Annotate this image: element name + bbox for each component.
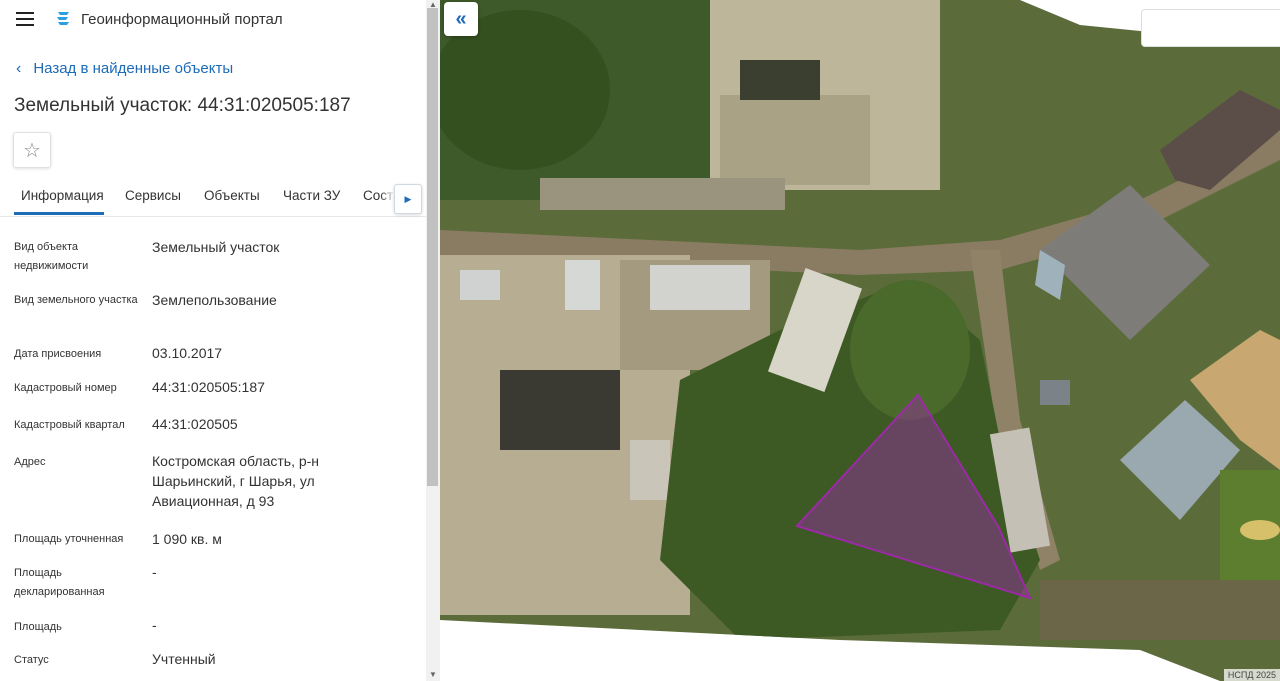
back-link-label: Назад в найденные объекты bbox=[33, 60, 234, 77]
scrollbar-thumb[interactable] bbox=[427, 8, 438, 486]
property-label: Кадастровый квартал bbox=[14, 419, 125, 431]
tab-parts[interactable]: Части ЗУ bbox=[283, 188, 340, 203]
property-value: - bbox=[152, 617, 157, 633]
property-label: Адрес bbox=[14, 456, 46, 468]
map-search-input[interactable] bbox=[1141, 9, 1280, 47]
property-label: Кадастровый номер bbox=[14, 382, 117, 394]
tab-bar: Информация Сервисы Объекты Части ЗУ Сост… bbox=[0, 178, 426, 217]
portal-logo-icon bbox=[57, 12, 69, 25]
side-panel: Геоинформационный портал ‹ Назад в найде… bbox=[0, 0, 440, 681]
tab-objects[interactable]: Объекты bbox=[204, 188, 260, 203]
tabs-scroll-right-button[interactable]: ▶ bbox=[394, 184, 422, 214]
property-label: Площадь уточненная bbox=[14, 533, 124, 545]
map-view[interactable]: « НСПД 2025 bbox=[440, 0, 1280, 681]
menu-icon[interactable] bbox=[16, 12, 34, 26]
favorite-button[interactable]: ☆ bbox=[13, 132, 51, 168]
property-value: Землепользование bbox=[152, 292, 277, 308]
scrollbar[interactable]: ▲ ▼ bbox=[426, 0, 440, 681]
satellite-imagery bbox=[440, 0, 1280, 681]
tab-information[interactable]: Информация bbox=[21, 188, 104, 203]
scroll-down-icon[interactable]: ▼ bbox=[429, 670, 437, 679]
page-title: Земельный участок: 44:31:020505:187 bbox=[14, 95, 351, 116]
caret-right-icon: ▶ bbox=[404, 193, 412, 204]
tab-services[interactable]: Сервисы bbox=[125, 188, 181, 203]
property-value: 44:31:020505:187 bbox=[152, 379, 265, 395]
property-label: Дата присвоения bbox=[14, 348, 102, 360]
app-title: Геоинформационный портал bbox=[81, 11, 283, 28]
app-header: Геоинформационный портал bbox=[0, 0, 426, 40]
property-label: Вид земельного участка bbox=[14, 294, 138, 306]
back-link[interactable]: ‹ Назад в найденные объекты bbox=[16, 60, 233, 77]
double-chevron-left-icon: « bbox=[455, 7, 467, 30]
property-label: Вид объекта недвижимости bbox=[14, 241, 89, 272]
star-icon: ☆ bbox=[23, 139, 41, 162]
property-label: Площадь декларированная bbox=[14, 567, 105, 598]
property-value: 1 090 кв. м bbox=[152, 531, 222, 547]
property-label: Статус bbox=[14, 654, 49, 666]
property-value: Земельный участок bbox=[152, 239, 280, 255]
map-attribution: НСПД 2025 bbox=[1223, 669, 1280, 681]
property-label: Площадь bbox=[14, 621, 62, 633]
property-value: 44:31:020505 bbox=[152, 416, 238, 432]
chevron-left-icon: ‹ bbox=[16, 59, 22, 77]
property-value: Костромская область, р-н Шарьинский, г Ш… bbox=[152, 453, 320, 509]
property-value: Учтенный bbox=[152, 651, 216, 667]
property-value: 03.10.2017 bbox=[152, 345, 223, 361]
active-tab-indicator bbox=[14, 212, 104, 215]
property-value: - bbox=[152, 564, 157, 580]
collapse-panel-button[interactable]: « bbox=[444, 2, 478, 36]
